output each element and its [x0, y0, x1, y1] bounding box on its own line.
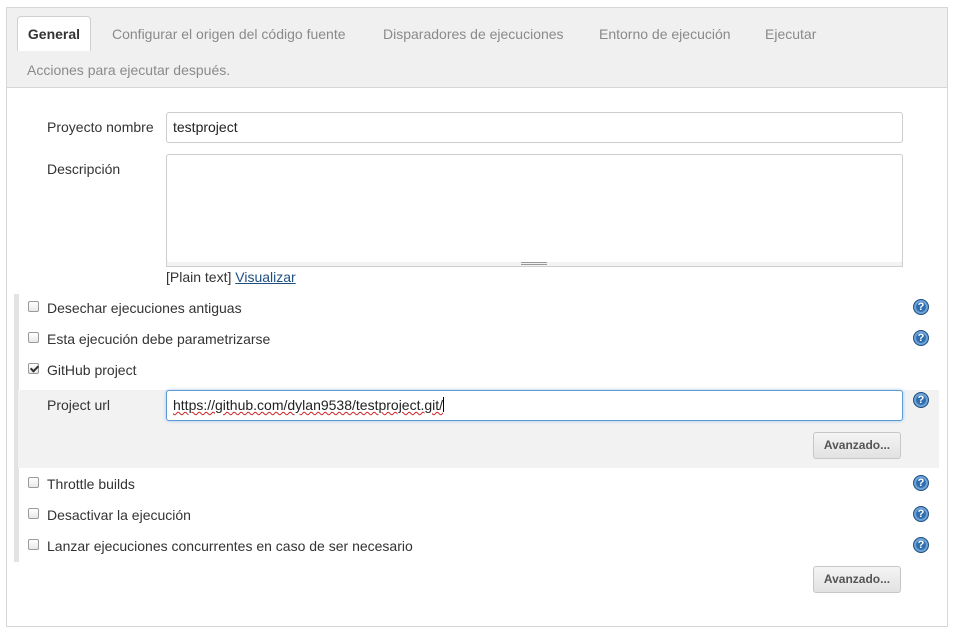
- github-advanced-button[interactable]: Avanzado...: [813, 432, 901, 459]
- disable-build-label: Desactivar la ejecución: [47, 507, 191, 523]
- help-icon[interactable]: ?: [913, 475, 929, 491]
- disable-build-checkbox[interactable]: [28, 508, 39, 519]
- discard-old-builds-label: Desechar ejecuciones antiguas: [47, 300, 242, 316]
- parameterized-checkbox[interactable]: [28, 332, 39, 343]
- description-textarea[interactable]: [166, 154, 903, 263]
- concurrent-builds-label: Lanzar ejecuciones concurrentes en caso …: [47, 538, 413, 554]
- project-name-input[interactable]: testproject: [166, 112, 903, 143]
- help-icon[interactable]: ?: [913, 330, 929, 346]
- discard-old-builds-checkbox[interactable]: [28, 301, 39, 312]
- project-url-text: https://github.com/dylan9538/testproject…: [173, 397, 444, 413]
- project-name-label: Proyecto nombre: [47, 119, 154, 135]
- resize-handle-icon[interactable]: [521, 262, 547, 265]
- tab-bar: General Configurar el origen del código …: [7, 8, 947, 88]
- advanced-button[interactable]: Avanzado...: [813, 566, 901, 593]
- description-format-line: [Plain text] Visualizar: [166, 268, 296, 286]
- tab-build-triggers[interactable]: Disparadores de ejecuciones: [383, 25, 564, 43]
- concurrent-builds-checkbox[interactable]: [28, 539, 39, 550]
- help-icon[interactable]: ?: [913, 506, 929, 522]
- project-url-input[interactable]: https://github.com/dylan9538/testproject…: [166, 390, 903, 421]
- tab-source-code[interactable]: Configurar el origen del código fuente: [112, 25, 346, 43]
- tab-post-build-actions[interactable]: Acciones para ejecutar después.: [27, 61, 230, 79]
- config-panel: General Configurar el origen del código …: [6, 7, 948, 627]
- throttle-builds-label: Throttle builds: [47, 476, 135, 492]
- project-url-label: Project url: [47, 397, 111, 413]
- plain-text-label: [Plain text]: [166, 269, 232, 285]
- preview-link[interactable]: Visualizar: [235, 269, 295, 285]
- tab-build-environment[interactable]: Entorno de ejecución: [599, 25, 731, 43]
- throttle-builds-checkbox[interactable]: [28, 477, 39, 488]
- description-label: Descripción: [47, 161, 121, 177]
- github-project-label: GitHub project: [47, 362, 137, 378]
- help-icon[interactable]: ?: [913, 392, 929, 408]
- help-icon[interactable]: ?: [913, 299, 929, 315]
- help-icon[interactable]: ?: [913, 537, 929, 553]
- tab-build[interactable]: Ejecutar: [765, 25, 816, 43]
- github-project-checkbox[interactable]: [28, 363, 39, 374]
- tab-general[interactable]: General: [17, 16, 91, 51]
- parameterized-label: Esta ejecución debe parametrizarse: [47, 331, 271, 347]
- text-caret: [443, 397, 445, 412]
- textarea-resize-bar[interactable]: [166, 262, 903, 267]
